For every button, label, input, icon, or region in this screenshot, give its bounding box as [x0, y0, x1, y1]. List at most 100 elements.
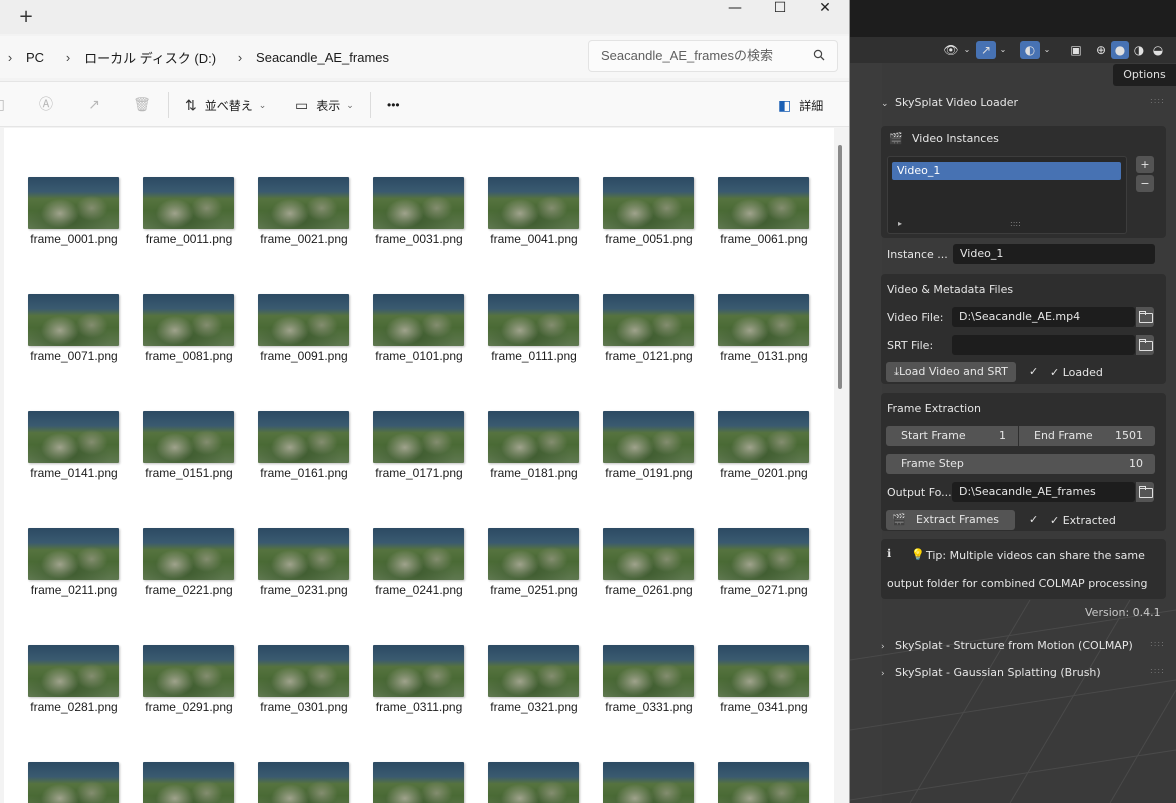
file-item[interactable]: frame_0271.png — [718, 528, 810, 597]
extract-frames-button[interactable]: 🎬 Extract Frames — [886, 510, 1015, 530]
rename-icon[interactable]: Ⓐ — [37, 96, 55, 114]
file-item[interactable]: frame_0341.png — [718, 645, 810, 714]
file-thumbnail — [373, 177, 464, 229]
maximize-button[interactable]: ☐ — [757, 0, 803, 16]
file-item[interactable]: frame_0041.png — [488, 177, 580, 246]
file-item[interactable]: frame_0181.png — [488, 411, 580, 480]
file-item[interactable]: frame_0291.png — [143, 645, 235, 714]
rendered-shading-icon[interactable]: ◒ — [1149, 41, 1167, 59]
breadcrumb-local-disk[interactable]: ローカル ディスク (D:) — [84, 48, 216, 67]
file-item[interactable]: frame_0061.png — [718, 177, 810, 246]
file-item[interactable]: frame_0331.png — [603, 645, 695, 714]
chevron-right-icon[interactable]: › — [62, 50, 74, 65]
file-item[interactable] — [28, 762, 120, 803]
splatting-panel-header[interactable]: › SkySplat - Gaussian Splatting (Brush) :… — [876, 660, 1166, 686]
file-item[interactable] — [488, 762, 580, 803]
delete-icon[interactable]: 🗑 — [133, 96, 151, 114]
file-item[interactable]: frame_0101.png — [373, 294, 465, 363]
file-item[interactable]: frame_0071.png — [28, 294, 120, 363]
video-loader-panel-header[interactable]: ⌄ SkySplat Video Loader :::: — [876, 90, 1166, 116]
solid-shading-icon[interactable]: ● — [1111, 41, 1129, 59]
chevron-right-icon[interactable]: › — [4, 50, 16, 65]
end-frame-field[interactable]: End Frame 1501 — [1019, 426, 1155, 446]
wireframe-shading-icon[interactable]: ⊕ — [1092, 41, 1110, 59]
breadcrumb-folder[interactable]: Seacandle_AE_frames — [256, 50, 389, 65]
srt-file-field[interactable] — [952, 335, 1135, 355]
start-frame-field[interactable]: Start Frame 1 — [886, 426, 1018, 446]
file-item[interactable] — [718, 762, 810, 803]
file-item[interactable]: frame_0251.png — [488, 528, 580, 597]
close-button[interactable]: ✕ — [802, 0, 848, 16]
file-thumbnail — [488, 294, 579, 346]
drag-handle-icon[interactable]: :::: — [1150, 97, 1164, 107]
sort-button[interactable]: ⇅ 並べ替え ⌄ — [185, 94, 266, 116]
file-item[interactable]: frame_0221.png — [143, 528, 235, 597]
file-item[interactable]: frame_0311.png — [373, 645, 465, 714]
new-tab-button[interactable]: + — [14, 6, 38, 28]
breadcrumb-pc[interactable]: PC — [26, 50, 44, 65]
overlays-icon[interactable]: ◐ — [1020, 41, 1040, 59]
sfm-panel-header[interactable]: › SkySplat - Structure from Motion (COLMA… — [876, 633, 1166, 659]
list-item[interactable]: Video_1 — [892, 162, 1121, 180]
file-item[interactable] — [143, 762, 235, 803]
chevron-right-icon[interactable]: ▸ — [898, 219, 902, 228]
drag-handle-icon[interactable]: :::: — [1150, 667, 1164, 677]
options-tab[interactable]: Options — [1113, 64, 1176, 86]
file-item[interactable]: frame_0321.png — [488, 645, 580, 714]
file-item[interactable]: frame_0231.png — [258, 528, 350, 597]
file-item[interactable]: frame_0171.png — [373, 411, 465, 480]
file-item[interactable] — [603, 762, 695, 803]
folder-icon[interactable] — [1136, 482, 1154, 502]
drag-handle-icon[interactable]: :::: — [1150, 640, 1164, 650]
gizmo-icon[interactable]: ↗ — [976, 41, 996, 59]
file-item[interactable]: frame_0241.png — [373, 528, 465, 597]
file-item[interactable]: frame_0161.png — [258, 411, 350, 480]
file-item[interactable]: frame_0121.png — [603, 294, 695, 363]
file-item[interactable]: frame_0261.png — [603, 528, 695, 597]
scrollbar[interactable] — [838, 145, 842, 389]
material-shading-icon[interactable]: ◑ — [1130, 41, 1148, 59]
share-icon[interactable]: ↗ — [85, 96, 103, 114]
xray-icon[interactable]: ▣ — [1068, 41, 1084, 59]
chevron-down-icon[interactable]: ⌄ — [962, 41, 972, 59]
more-options-button[interactable]: ••• — [387, 94, 400, 116]
remove-instance-button[interactable]: − — [1136, 175, 1154, 192]
file-item[interactable]: frame_0191.png — [603, 411, 695, 480]
file-item[interactable]: frame_0211.png — [28, 528, 120, 597]
file-item[interactable]: frame_0001.png — [28, 177, 120, 246]
file-item[interactable]: frame_0131.png — [718, 294, 810, 363]
file-item[interactable]: frame_0031.png — [373, 177, 465, 246]
search-input[interactable]: Seacandle_AE_framesの検索 — [588, 40, 838, 72]
view-button[interactable]: ▭ 表示 ⌄ — [295, 94, 354, 116]
resize-handle-icon[interactable]: :::: — [1010, 219, 1021, 228]
load-video-button[interactable]: ⤓Load Video and SRT — [886, 362, 1016, 382]
file-item[interactable]: frame_0151.png — [143, 411, 235, 480]
file-item[interactable]: frame_0281.png — [28, 645, 120, 714]
file-item[interactable]: frame_0011.png — [143, 177, 235, 246]
file-item[interactable]: frame_0301.png — [258, 645, 350, 714]
add-instance-button[interactable]: + — [1136, 156, 1154, 173]
file-item[interactable]: frame_0021.png — [258, 177, 350, 246]
sidebar-panel: ⌄ SkySplat Video Loader :::: 🎬 Video Inst… — [876, 88, 1176, 803]
chevron-right-icon[interactable]: › — [234, 50, 246, 65]
folder-icon[interactable] — [1136, 335, 1154, 355]
file-item[interactable]: frame_0111.png — [488, 294, 580, 363]
minimize-button[interactable]: — — [712, 0, 758, 16]
visibility-eye-icon[interactable]: 👁 — [940, 41, 962, 59]
chevron-down-icon[interactable]: ⌄ — [1042, 41, 1052, 59]
frame-step-field[interactable]: Frame Step 10 — [886, 454, 1155, 474]
file-item[interactable]: frame_0081.png — [143, 294, 235, 363]
file-item[interactable] — [258, 762, 350, 803]
video-file-field[interactable]: D:\Seacandle_AE.mp4 — [952, 307, 1135, 327]
chevron-down-icon[interactable]: ⌄ — [998, 41, 1008, 59]
details-button[interactable]: ◧ 詳細 — [778, 94, 823, 116]
file-item[interactable] — [373, 762, 465, 803]
output-folder-field[interactable]: D:\Seacandle_AE_frames — [952, 482, 1135, 502]
cut-icon[interactable]: ▯ — [0, 96, 10, 114]
file-item[interactable]: frame_0051.png — [603, 177, 695, 246]
instance-name-field[interactable]: Video_1 — [953, 244, 1155, 264]
folder-icon[interactable] — [1136, 307, 1154, 327]
file-item[interactable]: frame_0201.png — [718, 411, 810, 480]
file-item[interactable]: frame_0091.png — [258, 294, 350, 363]
file-item[interactable]: frame_0141.png — [28, 411, 120, 480]
